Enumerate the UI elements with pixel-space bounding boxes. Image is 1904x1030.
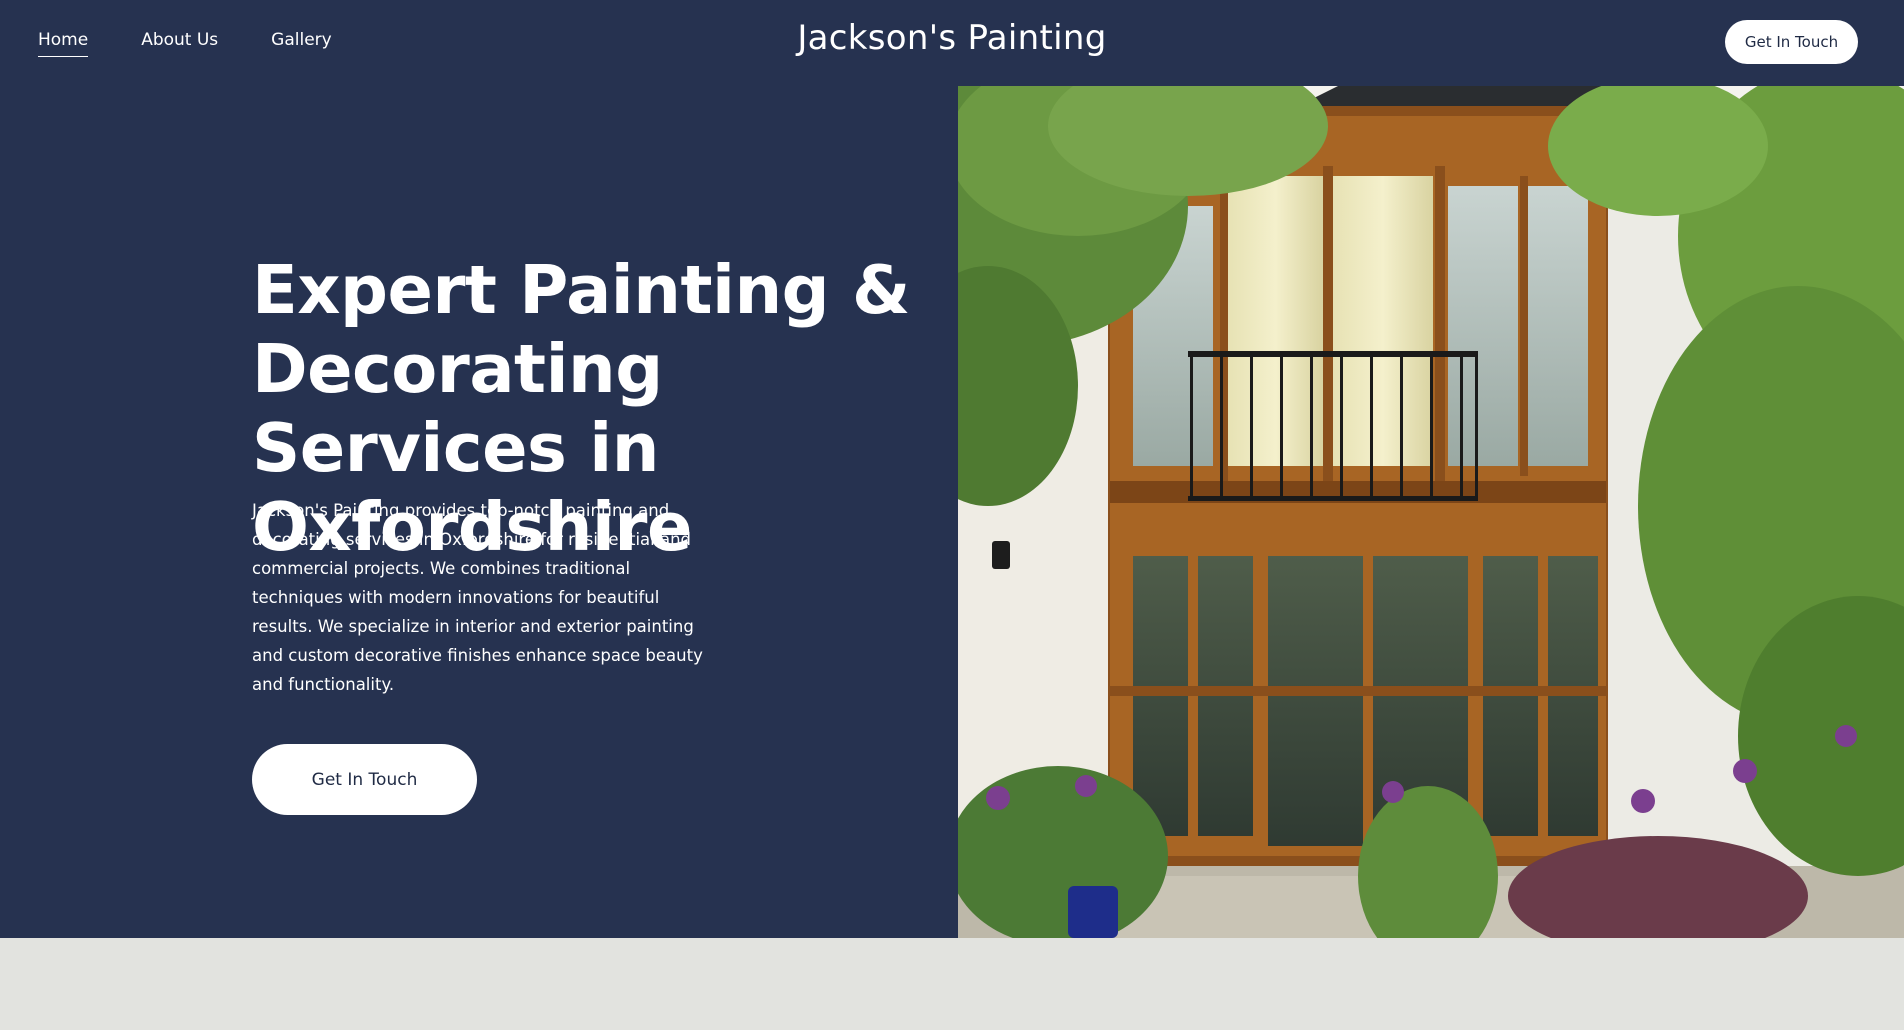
house-photo-illustration (958, 86, 1904, 938)
site-header: Home About Us Gallery Jackson's Painting… (0, 0, 1904, 86)
next-section-band (0, 938, 1904, 1030)
house-photo (958, 86, 1904, 938)
hero-text-panel: Expert Painting & Decorating Services in… (0, 86, 958, 938)
hero-description: Jackson's Painting provides top-notch pa… (252, 501, 703, 694)
header-get-in-touch-button[interactable]: Get In Touch (1725, 20, 1858, 64)
hero-get-in-touch-button[interactable]: Get In Touch (252, 744, 477, 815)
site-logo-text[interactable]: Jackson's Painting (0, 18, 1904, 58)
